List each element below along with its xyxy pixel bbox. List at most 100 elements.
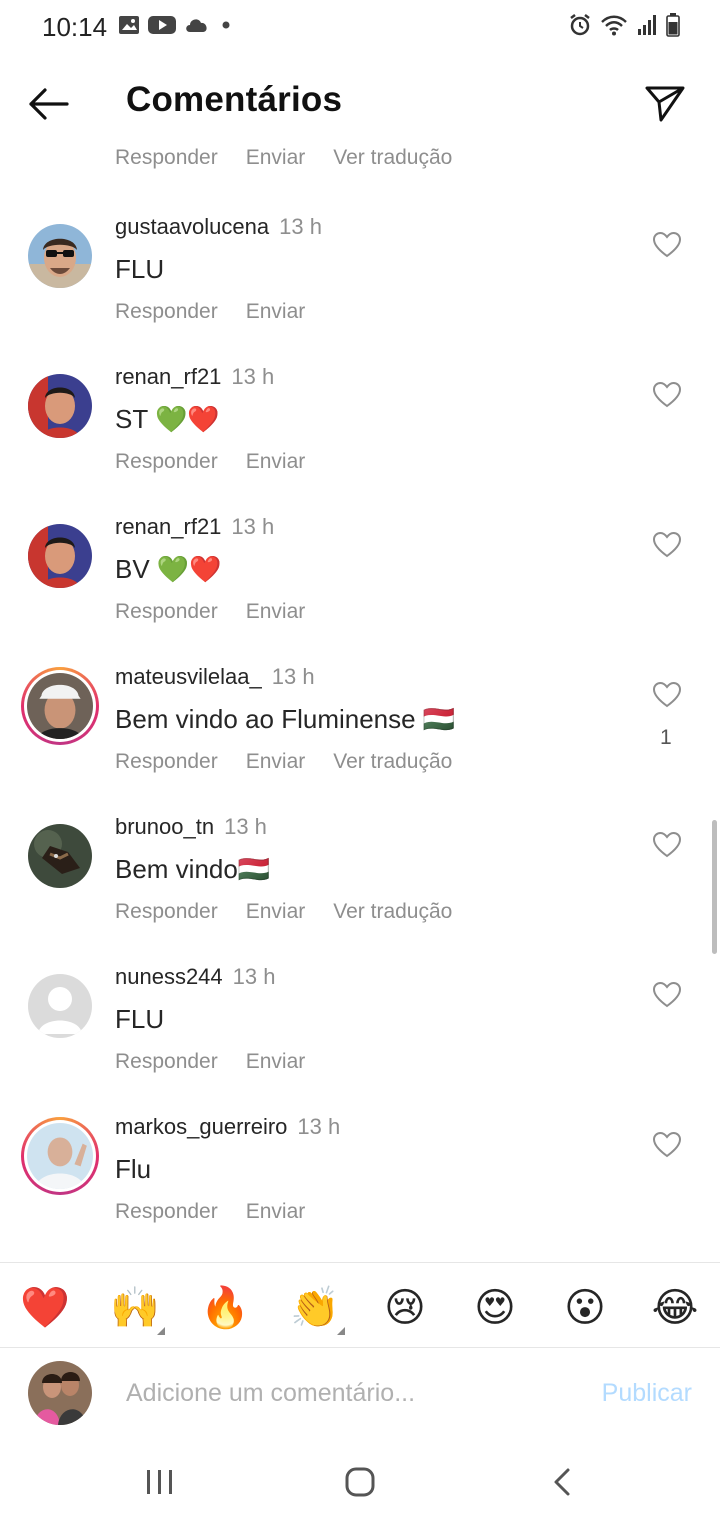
emoji-bar: ❤️ 🙌 🔥 👏 😢 😍 😮 😂 <box>0 1262 720 1348</box>
emoji-heart-eyes[interactable]: 😍 <box>470 1283 520 1333</box>
comment-meta: renan_rf21 13 h <box>115 514 274 540</box>
heart-icon[interactable] <box>652 1130 682 1160</box>
heart-icon[interactable] <box>652 380 682 410</box>
comment-actions: Responder Enviar <box>115 600 305 624</box>
comment-username[interactable]: gustaavolucena <box>115 214 269 239</box>
reply-link[interactable]: Responder <box>115 900 218 924</box>
comment-item: gustaavolucena 13 h FLU Responder Enviar <box>0 214 720 374</box>
publish-button[interactable]: Publicar <box>602 1379 692 1408</box>
emoji-surprised[interactable]: 😮 <box>560 1283 610 1333</box>
status-bar: 10:14 <box>0 0 720 56</box>
avatar[interactable] <box>28 524 92 588</box>
heart-icon[interactable] <box>652 680 682 710</box>
send-link[interactable]: Enviar <box>246 900 306 924</box>
comment-text: FLU <box>115 254 165 284</box>
dot-icon <box>222 21 230 29</box>
comment-composer: Publicar <box>0 1349 720 1439</box>
arrow-left-icon <box>29 88 69 120</box>
wifi-icon <box>601 15 627 36</box>
avatar[interactable] <box>21 667 99 745</box>
recent-apps-button[interactable] <box>136 1462 184 1502</box>
cloud-icon <box>186 19 207 32</box>
reply-link[interactable]: Responder <box>115 750 218 774</box>
emoji-fire[interactable]: 🔥 <box>200 1283 250 1333</box>
comment-username[interactable]: mateusvilelaa_ <box>115 664 262 689</box>
comment-time: 13 h <box>271 664 315 689</box>
reply-link[interactable]: Responder <box>115 1200 218 1224</box>
translate-link[interactable]: Ver tradução <box>333 146 452 170</box>
reply-link[interactable]: Responder <box>115 450 218 474</box>
chevron-left-icon <box>554 1468 570 1496</box>
comment-item: brunoo_tn 13 h Bem vindo🇭🇺 Responder Envi… <box>0 814 720 974</box>
comment-actions: Responder Enviar <box>115 450 305 474</box>
back-button[interactable] <box>22 80 74 128</box>
like-count: 1 <box>660 726 672 749</box>
avatar[interactable] <box>21 1117 99 1195</box>
gallery-icon <box>119 16 139 34</box>
avatar[interactable] <box>28 224 92 288</box>
heart-icon[interactable] <box>652 230 682 260</box>
comment-actions: Responder Enviar Ver tradução <box>115 750 452 774</box>
send-link[interactable]: Enviar <box>246 450 306 474</box>
comment-item: mateusvilelaa_ 13 h Bem vindo ao Fluminen… <box>0 664 720 824</box>
comment-meta: brunoo_tn 13 h <box>115 814 267 840</box>
youtube-icon <box>148 16 176 34</box>
comment-meta: nuness244 13 h <box>115 964 275 990</box>
page-title: Comentários <box>126 80 343 119</box>
comment-meta: renan_rf21 13 h <box>115 364 274 390</box>
reply-link[interactable]: Responder <box>115 300 218 324</box>
translate-link[interactable]: Ver tradução <box>333 750 452 774</box>
comment-username[interactable]: renan_rf21 <box>115 514 221 539</box>
send-link[interactable]: Enviar <box>246 146 306 170</box>
comment-text: BV 💚❤️ <box>115 554 222 584</box>
reply-link[interactable]: Responder <box>115 146 218 170</box>
heart-icon[interactable] <box>652 830 682 860</box>
comment-input[interactable] <box>126 1371 566 1415</box>
heart-icon[interactable] <box>652 980 682 1010</box>
send-link[interactable]: Enviar <box>246 1200 306 1224</box>
battery-icon <box>666 13 680 37</box>
translate-link[interactable]: Ver tradução <box>333 900 452 924</box>
scrollbar[interactable] <box>712 820 717 954</box>
comment-username[interactable]: markos_guerreiro <box>115 1114 287 1139</box>
comment-actions: Responder Enviar <box>115 300 305 324</box>
skin-tone-indicator <box>157 1327 165 1335</box>
signal-icon <box>638 15 656 35</box>
send-link[interactable]: Enviar <box>246 1050 306 1074</box>
heart-icon[interactable] <box>652 530 682 560</box>
comment-meta: markos_guerreiro 13 h <box>115 1114 340 1140</box>
comment-time: 13 h <box>231 364 275 389</box>
home-button[interactable] <box>336 1462 384 1502</box>
comment-username[interactable]: renan_rf21 <box>115 364 221 389</box>
avatar[interactable] <box>28 374 92 438</box>
reply-link[interactable]: Responder <box>115 600 218 624</box>
my-avatar <box>28 1361 92 1425</box>
skin-tone-indicator <box>337 1327 345 1335</box>
avatar[interactable] <box>28 824 92 888</box>
back-nav-button[interactable] <box>538 1462 586 1502</box>
emoji-laughing[interactable]: 😂 <box>650 1283 700 1333</box>
comment-actions: Responder Enviar Ver tradução <box>115 900 452 924</box>
navigation-bar <box>0 1440 720 1520</box>
comment-time: 13 h <box>224 814 267 839</box>
emoji-heart[interactable]: ❤️ <box>20 1283 70 1333</box>
comment-username[interactable]: brunoo_tn <box>115 814 214 839</box>
share-button[interactable] <box>640 80 690 128</box>
status-right-icons <box>568 13 680 37</box>
comment-time: 13 h <box>297 1114 341 1139</box>
comment-text: Bem vindo ao Fluminense 🇭🇺 <box>115 704 456 734</box>
emoji-raising-hands[interactable]: 🙌 <box>110 1283 160 1333</box>
comment-meta: gustaavolucena 13 h <box>115 214 322 240</box>
reply-link[interactable]: Responder <box>115 1050 218 1074</box>
emoji-clapping[interactable]: 👏 <box>290 1283 340 1333</box>
avatar[interactable] <box>28 974 92 1038</box>
comment-time: 13 h <box>232 964 276 989</box>
comment-username[interactable]: nuness244 <box>115 964 223 989</box>
send-link[interactable]: Enviar <box>246 300 306 324</box>
comment-item: markos_guerreiro 13 h Flu Responder Envia… <box>0 1114 720 1274</box>
comment-item: renan_rf21 13 h BV 💚❤️ Responder Enviar <box>0 514 720 674</box>
status-time: 10:14 <box>42 12 108 42</box>
send-link[interactable]: Enviar <box>246 750 306 774</box>
send-link[interactable]: Enviar <box>246 600 306 624</box>
emoji-crying[interactable]: 😢 <box>380 1283 430 1333</box>
